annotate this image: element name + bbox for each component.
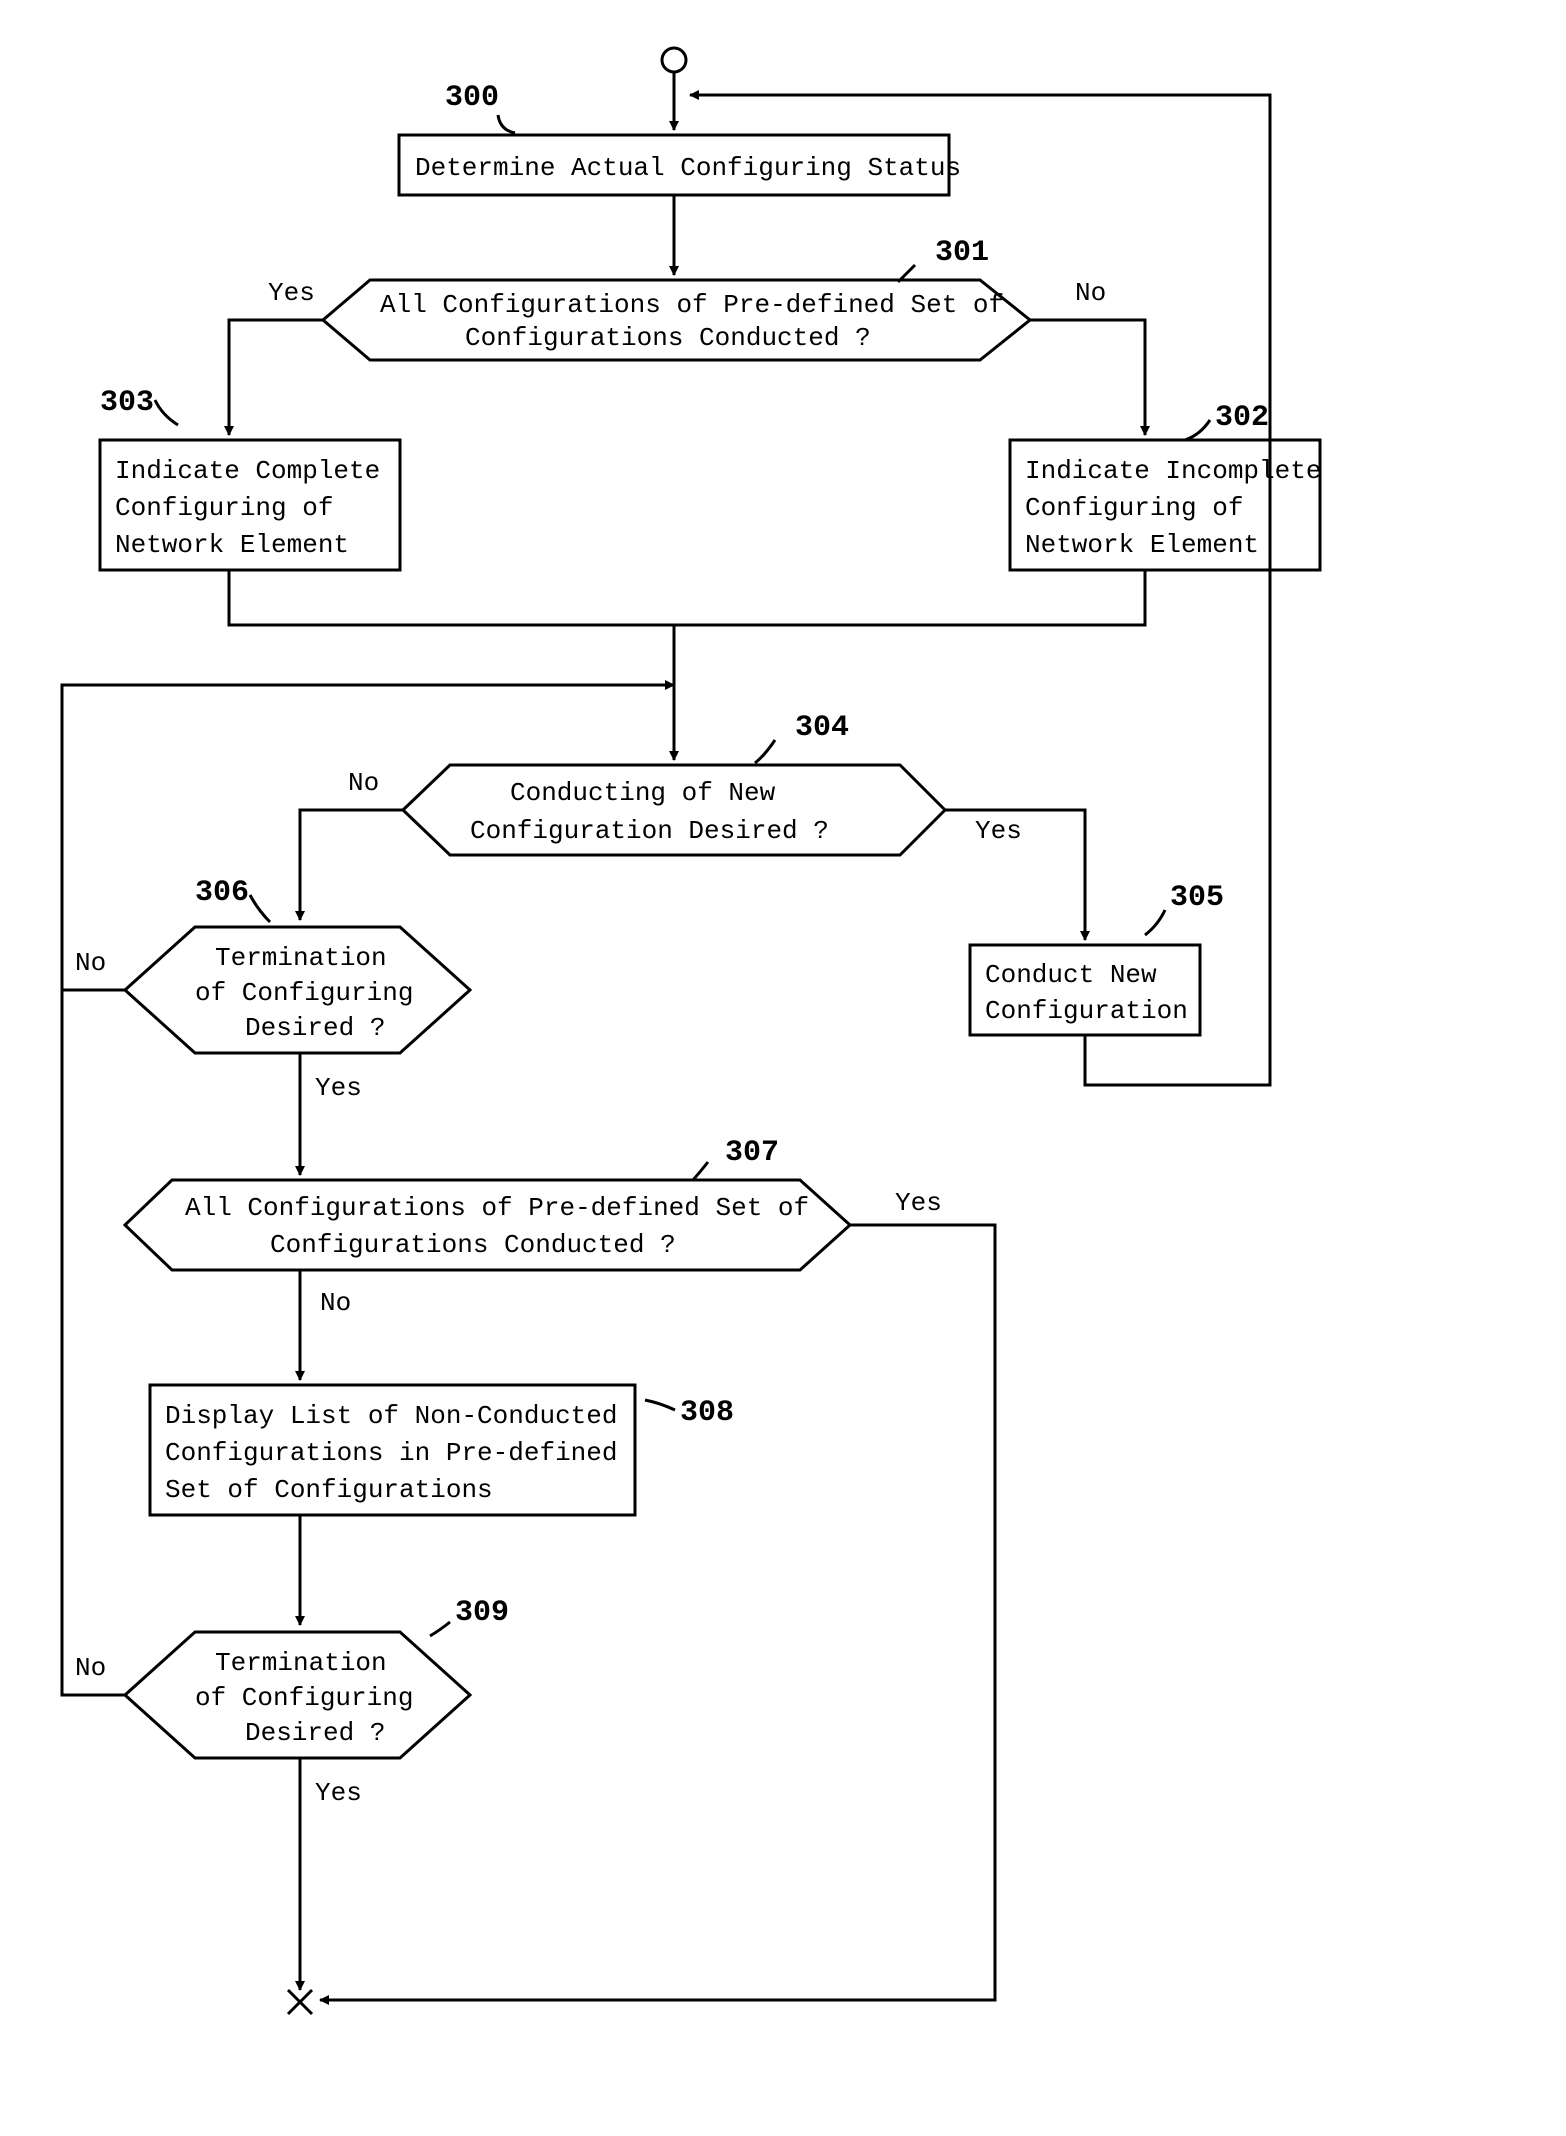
dec-309-l2: of Configuring xyxy=(195,1683,413,1713)
label-303: 303 xyxy=(100,386,154,420)
flowchart-diagram: Determine Actual Configuring Status 300 … xyxy=(0,0,1566,2136)
dec-304-l2: Configuration Desired ? xyxy=(470,816,829,846)
end-node xyxy=(288,1990,312,2014)
no-307: No xyxy=(320,1288,351,1318)
label-302: 302 xyxy=(1215,401,1269,435)
yes-306: Yes xyxy=(315,1073,362,1103)
yes-307: Yes xyxy=(895,1188,942,1218)
dec-307-l2: Configurations Conducted ? xyxy=(270,1230,676,1260)
dec-306-l1: Termination xyxy=(215,943,387,973)
box-308-l3: Set of Configurations xyxy=(165,1475,493,1505)
box-305-l2: Configuration xyxy=(985,996,1188,1026)
box-305-l1: Conduct New xyxy=(985,960,1157,990)
label-308: 308 xyxy=(680,1396,734,1430)
box-300-text: Determine Actual Configuring Status xyxy=(415,153,961,183)
dec-309-l1: Termination xyxy=(215,1648,387,1678)
box-302-l1: Indicate Incomplete xyxy=(1025,456,1321,486)
label-300: 300 xyxy=(445,81,499,115)
label-304: 304 xyxy=(795,711,849,745)
no-301: No xyxy=(1075,278,1106,308)
box-303-l1: Indicate Complete xyxy=(115,456,380,486)
dec-301-line2: Configurations Conducted ? xyxy=(465,323,871,353)
box-302-l2: Configuring of xyxy=(1025,493,1243,523)
dec-304-l1: Conducting of New xyxy=(510,778,776,808)
box-308-l2: Configurations in Pre-defined xyxy=(165,1438,617,1468)
no-309: No xyxy=(75,1653,106,1683)
no-304: No xyxy=(348,768,379,798)
yes-309: Yes xyxy=(315,1778,362,1808)
label-305: 305 xyxy=(1170,881,1224,915)
start-node xyxy=(662,48,686,72)
box-303-l2: Configuring of xyxy=(115,493,333,523)
box-303-l3: Network Element xyxy=(115,530,349,560)
yes-301: Yes xyxy=(268,278,315,308)
label-306: 306 xyxy=(195,876,249,910)
box-302-l3: Network Element xyxy=(1025,530,1259,560)
dec-307-l1: All Configurations of Pre-defined Set of xyxy=(185,1193,809,1223)
dec-309-l3: Desired ? xyxy=(245,1718,385,1748)
box-308-l1: Display List of Non-Conducted xyxy=(165,1401,617,1431)
dec-306-l2: of Configuring xyxy=(195,978,413,1008)
no-306: No xyxy=(75,948,106,978)
label-309: 309 xyxy=(455,1596,509,1630)
dec-301-line1: All Configurations of Pre-defined Set of xyxy=(380,290,1004,320)
label-301: 301 xyxy=(935,236,989,270)
yes-304: Yes xyxy=(975,816,1022,846)
dec-306-l3: Desired ? xyxy=(245,1013,385,1043)
label-307: 307 xyxy=(725,1136,779,1170)
